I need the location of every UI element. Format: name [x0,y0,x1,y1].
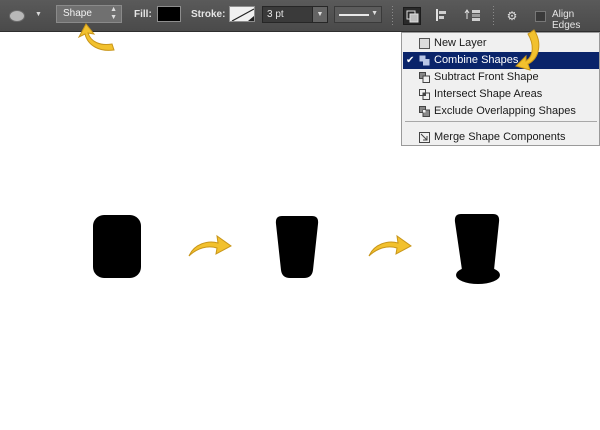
stroke-type-dropdown[interactable]: ▼ [334,6,382,23]
menu-item-label: Combine Shapes [434,54,519,66]
align-edges-checkbox[interactable] [535,11,546,22]
menu-separator [405,121,597,122]
ellipse-tool-icon[interactable] [9,10,25,22]
menu-item-intersect-shape-areas[interactable]: Intersect Shape Areas [403,86,599,103]
new-layer-icon [419,38,430,49]
path-arrangement-button[interactable] [464,7,482,25]
menu-item-label: Intersect Shape Areas [434,88,543,100]
stroke-line-preview [339,14,369,16]
chevron-down-icon: ▼ [371,10,378,17]
menu-item-label: New Layer [434,37,487,49]
fill-label: Fill: [134,9,152,20]
stroke-width-field[interactable]: 3 pt ▼ [262,6,328,23]
menu-item-merge-shape-components[interactable]: Merge Shape Components [403,129,599,146]
menu-item-combine-shapes[interactable]: ✔ Combine Shapes [403,52,599,69]
stroke-width-value: 3 pt [267,9,284,20]
fill-color-swatch[interactable] [157,6,181,22]
separator [392,6,393,25]
path-alignment-icon [436,9,446,21]
tool-mode-dropdown[interactable]: Shape ▲ ▼ [56,5,122,23]
menu-item-subtract-front-shape[interactable]: Subtract Front Shape [403,69,599,86]
menu-item-exclude-overlapping-shapes[interactable]: Exclude Overlapping Shapes [403,103,599,120]
no-stroke-slash-icon [231,8,254,21]
path-operations-button[interactable] [403,7,421,25]
rounded-rectangle-shape [93,215,141,278]
menu-item-new-layer[interactable]: New Layer [403,35,599,52]
combine-shapes-icon [419,55,430,66]
merge-shape-components-icon [419,132,430,143]
tapered-shape [275,216,319,278]
step-arrow-icon [368,234,412,257]
gear-icon: ⚙ [506,9,518,23]
menu-item-label: Merge Shape Components [434,131,566,143]
path-alignment-button[interactable] [432,7,450,25]
intersect-shape-areas-icon [419,89,430,100]
combined-shape [454,214,500,284]
stroke-color-swatch[interactable] [229,6,255,22]
subtract-front-shape-icon [419,72,430,83]
align-edges-label: Align Edges [552,9,581,31]
checkmark-icon: ✔ [406,55,415,66]
settings-button[interactable]: ⚙ [503,7,521,25]
step-arrow-icon [188,234,232,257]
annotation-arrow-icon [515,29,540,71]
spinner-arrows-icon: ▲ ▼ [110,6,117,21]
tool-mode-value: Shape [63,8,92,19]
path-arrangement-icon [464,9,480,21]
menu-item-label: Exclude Overlapping Shapes [434,105,576,117]
stroke-width-dropdown-icon[interactable]: ▼ [312,7,327,22]
separator [493,6,494,25]
path-operations-icon [406,10,419,23]
exclude-overlapping-shapes-icon [419,106,430,117]
annotation-arrow-icon [77,23,115,51]
path-operations-menu: New Layer ✔ Combine Shapes Subtract Fron… [401,32,600,146]
stroke-label: Stroke: [191,9,226,20]
tool-preset-arrow-icon[interactable]: ▼ [35,11,42,18]
